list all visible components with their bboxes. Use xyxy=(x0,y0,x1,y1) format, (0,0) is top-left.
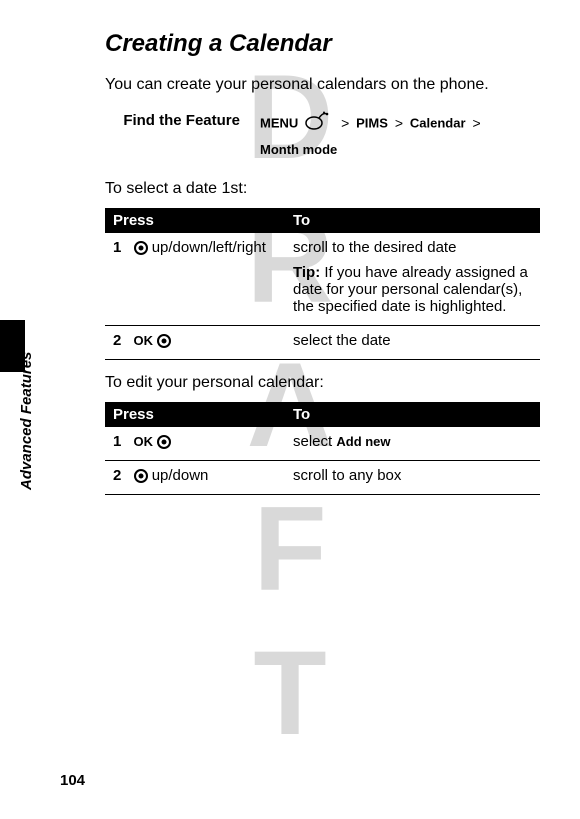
to-action: select the date xyxy=(285,325,540,359)
menu-key-icon xyxy=(305,110,331,138)
to-action: scroll to the desired date xyxy=(293,239,532,256)
col-header-press: Press xyxy=(105,208,285,233)
ok-key-label: OK xyxy=(134,434,154,449)
steps-table-2: Press To 1 OK select Add new 2 xyxy=(105,402,540,495)
find-feature-row: Find the Feature MENU > PIMS > Calendar … xyxy=(105,110,540,162)
tip-text: Tip: If you have already assigned a date… xyxy=(293,264,532,315)
steps-table-1: Press To 1 up/down/left/right scroll to … xyxy=(105,208,540,360)
ok-key-label: OK xyxy=(134,333,154,348)
col-header-to: To xyxy=(285,402,540,427)
step-number: 2 xyxy=(113,332,129,349)
table-row: 1 up/down/left/right scroll to the desir… xyxy=(105,233,540,326)
section1-text: To select a date 1st: xyxy=(105,180,540,198)
path-monthmode: Month mode xyxy=(260,142,337,157)
addnew-label: Add new xyxy=(336,434,390,449)
nav-dot-icon xyxy=(157,435,171,449)
nav-dot-icon xyxy=(134,241,148,255)
page-content: Creating a Calendar You can create your … xyxy=(0,0,580,525)
page-title: Creating a Calendar xyxy=(105,30,540,58)
nav-dot-icon xyxy=(157,334,171,348)
table-row: 1 OK select Add new xyxy=(105,427,540,461)
intro-text: You can create your personal calendars o… xyxy=(105,76,540,94)
tip-label: Tip: xyxy=(293,264,320,281)
col-header-press: Press xyxy=(105,402,285,427)
path-calendar: Calendar xyxy=(410,116,466,131)
step-number: 2 xyxy=(113,467,129,484)
table-row: 2 OK select the date xyxy=(105,325,540,359)
table-row: 2 up/down scroll to any box xyxy=(105,460,540,494)
menu-key-label: MENU xyxy=(260,116,298,131)
path-sep: > xyxy=(392,115,406,131)
section2-text: To edit your personal calendar: xyxy=(105,374,540,392)
nav-dot-icon xyxy=(134,469,148,483)
step-number: 1 xyxy=(113,239,129,256)
press-action: up/down xyxy=(152,467,209,484)
path-sep: > xyxy=(338,115,352,131)
path-sep: > xyxy=(469,115,483,131)
to-prefix: select xyxy=(293,433,336,450)
find-feature-label: Find the Feature xyxy=(105,110,240,162)
tip-body: If you have already assigned a date for … xyxy=(293,264,528,315)
to-action: scroll to any box xyxy=(285,460,540,494)
feature-path: MENU > PIMS > Calendar > Month mode xyxy=(260,110,484,162)
page-number: 104 xyxy=(60,772,85,789)
col-header-to: To xyxy=(285,208,540,233)
step-number: 1 xyxy=(113,433,129,450)
press-action: up/down/left/right xyxy=(152,239,266,256)
path-pims: PIMS xyxy=(356,116,388,131)
